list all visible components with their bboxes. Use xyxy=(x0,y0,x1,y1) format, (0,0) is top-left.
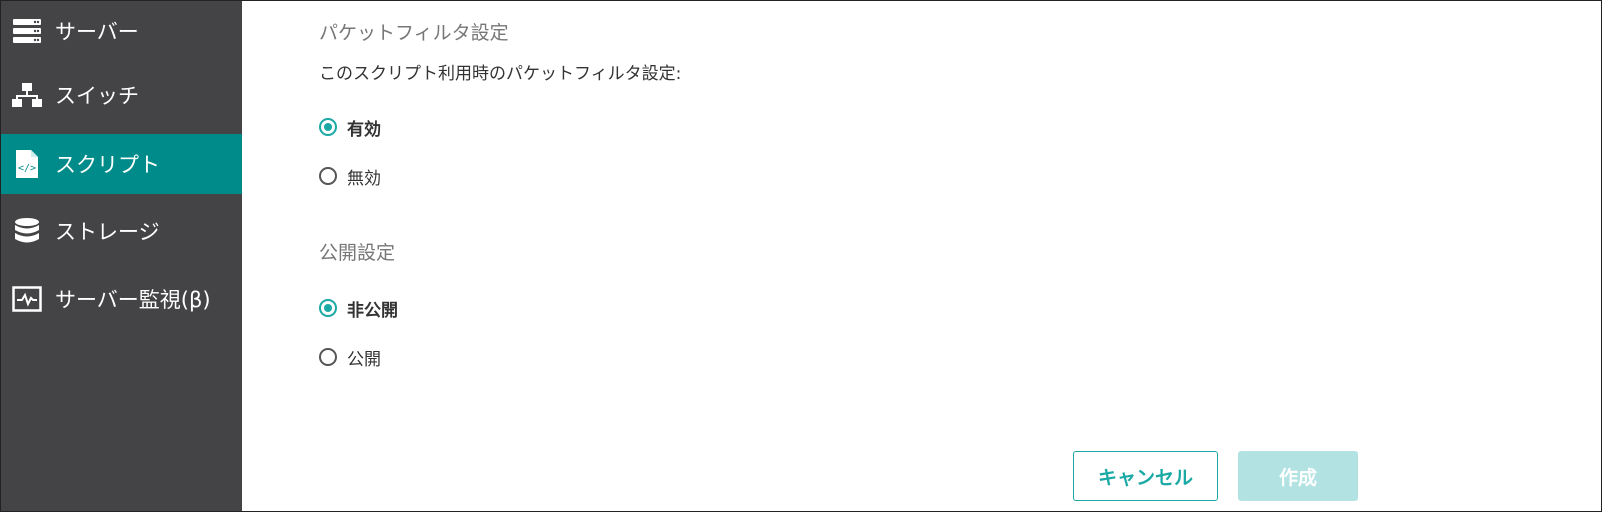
script-file-icon: </> xyxy=(12,149,42,179)
packet-filter-option-enabled[interactable]: 有効 xyxy=(319,115,381,140)
sidebar: サーバー スイッチ </> スクリプト ストレージ サーバー監視(β) xyxy=(1,1,242,511)
radio-label: 有効 xyxy=(347,119,381,140)
cancel-button[interactable]: キャンセル xyxy=(1073,451,1218,501)
monitor-pulse-icon xyxy=(12,284,42,314)
packet-filter-description: このスクリプト利用時のパケットフィルタ設定: xyxy=(319,64,682,84)
radio-label: 非公開 xyxy=(347,300,398,321)
sidebar-item-label: サーバー xyxy=(55,20,139,44)
create-button[interactable]: 作成 xyxy=(1238,451,1358,501)
server-icon xyxy=(12,16,42,46)
radio-unselected-icon[interactable] xyxy=(319,348,337,366)
sidebar-item-server[interactable]: サーバー xyxy=(1,1,242,61)
radio-label: 無効 xyxy=(347,168,381,189)
visibility-option-public[interactable]: 公開 xyxy=(319,345,381,370)
sidebar-item-storage[interactable]: ストレージ xyxy=(1,201,242,261)
sidebar-item-label: サーバー監視(β) xyxy=(55,288,211,312)
radio-selected-icon[interactable] xyxy=(319,299,337,317)
sidebar-item-label: スクリプト xyxy=(55,153,160,177)
radio-selected-icon[interactable] xyxy=(319,118,337,136)
sidebar-item-server-monitor[interactable]: サーバー監視(β) xyxy=(1,269,242,329)
radio-unselected-icon[interactable] xyxy=(319,167,337,185)
visibility-option-private[interactable]: 非公開 xyxy=(319,296,398,321)
sidebar-item-label: ストレージ xyxy=(55,220,160,244)
visibility-section-title: 公開設定 xyxy=(319,242,396,264)
svg-text:</>: </> xyxy=(18,163,36,174)
packet-filter-option-disabled[interactable]: 無効 xyxy=(319,164,381,189)
storage-database-icon xyxy=(12,216,42,246)
sidebar-item-label: スイッチ xyxy=(55,84,139,108)
radio-label: 公開 xyxy=(347,349,381,370)
script-create-form: パケットフィルタ設定 このスクリプト利用時のパケットフィルタ設定: 有効 無効 … xyxy=(242,1,1601,511)
sidebar-item-script[interactable]: </> スクリプト xyxy=(1,134,242,194)
sidebar-item-switch[interactable]: スイッチ xyxy=(1,65,242,125)
network-switch-icon xyxy=(12,80,42,110)
packet-filter-section-title: パケットフィルタ設定 xyxy=(319,22,509,44)
